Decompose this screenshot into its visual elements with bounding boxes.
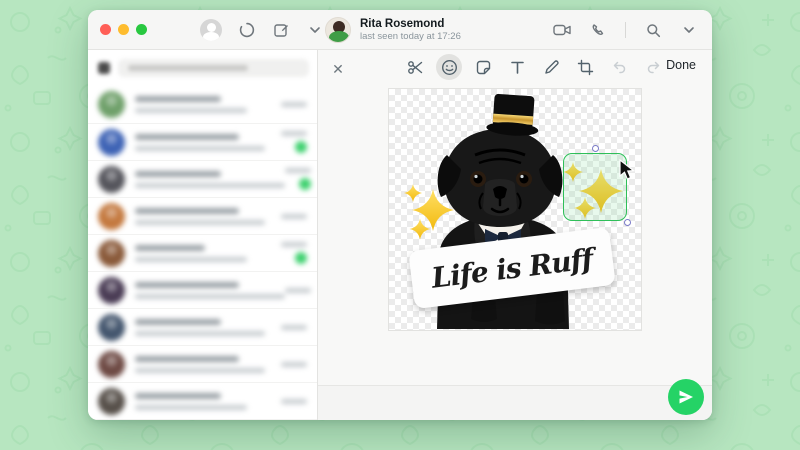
chat-avatar <box>98 128 125 156</box>
filter-chevron-icon[interactable] <box>306 21 324 39</box>
chat-preview-placeholder <box>135 404 247 410</box>
chat-name-placeholder <box>135 244 205 251</box>
unread-badge <box>295 141 307 153</box>
chat-list-item[interactable] <box>88 123 317 160</box>
zoom-window-button[interactable] <box>136 24 147 35</box>
chat-timestamp-placeholder <box>281 398 307 404</box>
caption-text: Life is Ruff <box>429 241 595 295</box>
titlebar: Rita Rosemond last seen today at 17:26 <box>88 10 712 50</box>
chat-preview-placeholder <box>135 330 265 336</box>
cut-tool-button[interactable] <box>402 54 428 80</box>
close-window-button[interactable] <box>100 24 111 35</box>
chat-name-placeholder <box>135 281 239 288</box>
chat-avatar <box>98 165 125 193</box>
search-icon[interactable] <box>644 21 662 39</box>
profile-avatar[interactable] <box>200 19 222 41</box>
chat-preview-placeholder <box>135 367 265 373</box>
titlebar-divider <box>625 22 626 38</box>
send-button[interactable] <box>668 379 704 415</box>
conversation-menu-chevron-icon[interactable] <box>680 21 698 39</box>
contact-last-seen: last seen today at 17:26 <box>360 31 461 43</box>
sidebar-search-row <box>96 55 309 81</box>
editor-footer <box>318 379 712 420</box>
chat-timestamp-placeholder <box>281 361 307 367</box>
close-editor-button[interactable]: ✕ <box>326 57 350 81</box>
chat-name-placeholder <box>135 392 221 399</box>
chat-preview-placeholder <box>135 293 285 299</box>
chat-avatar <box>98 91 125 118</box>
contact-avatar[interactable] <box>325 17 351 43</box>
chat-name-placeholder <box>135 318 221 325</box>
chat-name-placeholder <box>135 133 239 140</box>
chat-preview-placeholder <box>135 256 247 262</box>
sticker-canvas[interactable]: Life is Ruff <box>388 88 642 331</box>
whatsapp-window: Rita Rosemond last seen today at 17:26 ✕… <box>88 10 712 420</box>
minimize-window-button[interactable] <box>118 24 129 35</box>
chat-timestamp-placeholder <box>281 102 307 107</box>
voice-call-icon[interactable] <box>589 21 607 39</box>
chat-sidebar <box>88 50 318 420</box>
selection-handle-bottom-right[interactable] <box>624 219 631 226</box>
status-icon[interactable] <box>238 21 256 39</box>
chat-list-item[interactable] <box>88 86 317 123</box>
chat-list-item[interactable] <box>88 160 317 197</box>
chat-header[interactable]: Rita Rosemond last seen today at 17:26 <box>325 10 461 50</box>
chat-list-item[interactable] <box>88 419 317 420</box>
chat-list <box>88 86 317 420</box>
macos-traffic-lights <box>100 24 147 35</box>
chat-timestamp-placeholder <box>281 324 307 330</box>
draw-tool-button[interactable] <box>538 54 564 80</box>
chat-name-placeholder <box>135 170 221 177</box>
chat-avatar <box>98 202 125 230</box>
chat-timestamp-placeholder <box>281 213 307 219</box>
chat-list-item[interactable] <box>88 382 317 419</box>
sticker-editor-panel: ✕ Done Life is Ruff <box>318 50 712 420</box>
contact-name: Rita Rosemond <box>360 17 445 30</box>
chat-avatar <box>98 239 125 267</box>
crop-tool-button[interactable] <box>572 54 598 80</box>
chat-timestamp-placeholder <box>281 131 307 136</box>
chat-list-item[interactable] <box>88 234 317 271</box>
chat-preview-placeholder <box>135 145 265 151</box>
chat-name-placeholder <box>135 207 239 214</box>
chat-preview-placeholder <box>135 182 285 188</box>
archive-icon[interactable] <box>98 62 110 74</box>
new-chat-icon[interactable] <box>272 21 290 39</box>
chat-name-placeholder <box>135 96 221 102</box>
unread-badge <box>299 178 311 190</box>
video-call-icon[interactable] <box>553 21 571 39</box>
chat-preview-placeholder <box>135 219 265 225</box>
done-button[interactable]: Done <box>666 58 696 72</box>
chat-avatar <box>98 350 125 378</box>
undo-button[interactable] <box>606 54 632 80</box>
chat-search-input[interactable] <box>118 59 309 77</box>
chat-list-item[interactable] <box>88 271 317 308</box>
chat-timestamp-placeholder <box>285 287 311 293</box>
selection-handle-top[interactable] <box>592 145 599 152</box>
chat-timestamp-placeholder <box>285 168 311 173</box>
chat-avatar <box>98 387 125 415</box>
unread-badge <box>295 252 307 264</box>
emoji-tool-button[interactable] <box>436 54 462 80</box>
sticker-tool-button[interactable] <box>470 54 496 80</box>
chat-avatar <box>98 313 125 341</box>
chat-preview-placeholder <box>135 108 247 113</box>
chat-list-item[interactable] <box>88 345 317 382</box>
chat-timestamp-placeholder <box>281 242 307 247</box>
chat-avatar <box>98 276 125 304</box>
redo-button[interactable] <box>640 54 666 80</box>
chat-list-item[interactable] <box>88 308 317 345</box>
chat-list-item[interactable] <box>88 197 317 234</box>
text-tool-button[interactable] <box>504 54 530 80</box>
editor-toolbar: ✕ Done <box>318 50 712 88</box>
mouse-cursor <box>619 159 636 180</box>
chat-name-placeholder <box>135 355 239 362</box>
